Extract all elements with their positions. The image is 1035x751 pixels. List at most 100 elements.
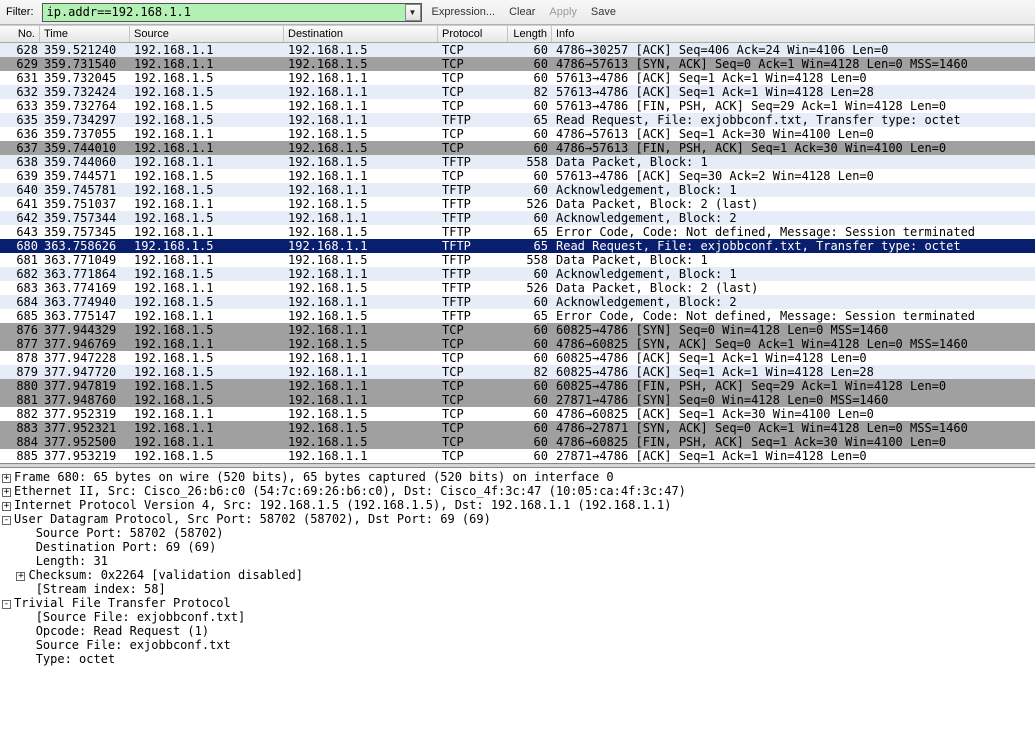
- cell-len: 60: [508, 449, 552, 463]
- cell-time: 359.737055: [40, 127, 130, 141]
- col-source[interactable]: Source: [130, 26, 284, 42]
- clear-button[interactable]: Clear: [505, 6, 539, 18]
- cell-time: 359.732764: [40, 99, 130, 113]
- expand-icon[interactable]: +: [2, 488, 11, 497]
- cell-src: 192.168.1.5: [130, 113, 284, 127]
- packet-row[interactable]: 885377.953219192.168.1.5192.168.1.1TCP60…: [0, 449, 1035, 463]
- cell-proto: TCP: [438, 323, 508, 337]
- packet-row[interactable]: 682363.771864192.168.1.5192.168.1.1TFTP6…: [0, 267, 1035, 281]
- filter-input[interactable]: [42, 3, 422, 22]
- packet-row[interactable]: 882377.952319192.168.1.1192.168.1.5TCP60…: [0, 407, 1035, 421]
- packet-row[interactable]: 640359.745781192.168.1.5192.168.1.1TFTP6…: [0, 183, 1035, 197]
- packet-row[interactable]: 680363.758626192.168.1.5192.168.1.1TFTP6…: [0, 239, 1035, 253]
- cell-info: 4786→60825 [FIN, PSH, ACK] Seq=1 Ack=30 …: [552, 435, 1035, 449]
- cell-dst: 192.168.1.1: [284, 379, 438, 393]
- cell-len: 60: [508, 71, 552, 85]
- packet-row[interactable]: 635359.734297192.168.1.5192.168.1.1TFTP6…: [0, 113, 1035, 127]
- col-info[interactable]: Info: [552, 26, 1035, 42]
- cell-info: 4786→60825 [ACK] Seq=1 Ack=30 Win=4100 L…: [552, 407, 1035, 421]
- col-protocol[interactable]: Protocol: [438, 26, 508, 42]
- cell-info: 4786→30257 [ACK] Seq=406 Ack=24 Win=4106…: [552, 43, 1035, 57]
- filter-dropdown-button[interactable]: ▼: [405, 4, 421, 21]
- cell-proto: TFTP: [438, 253, 508, 267]
- detail-line: Source Port: 58702 (58702): [36, 526, 224, 540]
- cell-dst: 192.168.1.1: [284, 323, 438, 337]
- cell-proto: TCP: [438, 449, 508, 463]
- packet-row[interactable]: 629359.731540192.168.1.1192.168.1.5TCP60…: [0, 57, 1035, 71]
- cell-no: 885: [0, 449, 40, 463]
- packet-row[interactable]: 883377.952321192.168.1.1192.168.1.5TCP60…: [0, 421, 1035, 435]
- packet-row[interactable]: 685363.775147192.168.1.1192.168.1.5TFTP6…: [0, 309, 1035, 323]
- cell-info: 4786→60825 [SYN, ACK] Seq=0 Ack=1 Win=41…: [552, 337, 1035, 351]
- collapse-icon[interactable]: -: [2, 516, 11, 525]
- expand-icon[interactable]: +: [16, 572, 25, 581]
- col-time[interactable]: Time: [40, 26, 130, 42]
- packet-row[interactable]: 628359.521240192.168.1.1192.168.1.5TCP60…: [0, 43, 1035, 57]
- packet-row[interactable]: 641359.751037192.168.1.1192.168.1.5TFTP5…: [0, 197, 1035, 211]
- cell-info: 27871→4786 [SYN] Seq=0 Win=4128 Len=0 MS…: [552, 393, 1035, 407]
- cell-src: 192.168.1.5: [130, 183, 284, 197]
- cell-no: 877: [0, 337, 40, 351]
- packet-list[interactable]: 628359.521240192.168.1.1192.168.1.5TCP60…: [0, 43, 1035, 463]
- detail-line: [Stream index: 58]: [36, 582, 166, 596]
- packet-row[interactable]: 878377.947228192.168.1.5192.168.1.1TCP60…: [0, 351, 1035, 365]
- packet-row[interactable]: 879377.947720192.168.1.5192.168.1.1TCP82…: [0, 365, 1035, 379]
- cell-dst: 192.168.1.5: [284, 309, 438, 323]
- cell-len: 65: [508, 225, 552, 239]
- cell-src: 192.168.1.1: [130, 309, 284, 323]
- cell-dst: 192.168.1.1: [284, 183, 438, 197]
- packet-row[interactable]: 632359.732424192.168.1.5192.168.1.1TCP82…: [0, 85, 1035, 99]
- cell-proto: TCP: [438, 85, 508, 99]
- packet-row[interactable]: 877377.946769192.168.1.1192.168.1.5TCP60…: [0, 337, 1035, 351]
- expand-icon[interactable]: +: [2, 502, 11, 511]
- col-no[interactable]: No.: [0, 26, 40, 42]
- packet-row[interactable]: 637359.744010192.168.1.1192.168.1.5TCP60…: [0, 141, 1035, 155]
- cell-time: 377.953219: [40, 449, 130, 463]
- cell-proto: TCP: [438, 141, 508, 155]
- packet-row[interactable]: 631359.732045192.168.1.5192.168.1.1TCP60…: [0, 71, 1035, 85]
- cell-len: 558: [508, 253, 552, 267]
- cell-dst: 192.168.1.5: [284, 225, 438, 239]
- cell-dst: 192.168.1.1: [284, 85, 438, 99]
- cell-dst: 192.168.1.5: [284, 155, 438, 169]
- packet-row[interactable]: 684363.774940192.168.1.5192.168.1.1TFTP6…: [0, 295, 1035, 309]
- cell-info: 4786→57613 [SYN, ACK] Seq=0 Ack=1 Win=41…: [552, 57, 1035, 71]
- cell-no: 636: [0, 127, 40, 141]
- packet-row[interactable]: 642359.757344192.168.1.5192.168.1.1TFTP6…: [0, 211, 1035, 225]
- col-destination[interactable]: Destination: [284, 26, 438, 42]
- cell-len: 65: [508, 309, 552, 323]
- cell-no: 628: [0, 43, 40, 57]
- cell-proto: TFTP: [438, 309, 508, 323]
- cell-dst: 192.168.1.1: [284, 71, 438, 85]
- cell-no: 876: [0, 323, 40, 337]
- cell-proto: TFTP: [438, 197, 508, 211]
- cell-src: 192.168.1.5: [130, 267, 284, 281]
- packet-row[interactable]: 683363.774169192.168.1.1192.168.1.5TFTP5…: [0, 281, 1035, 295]
- cell-len: 558: [508, 155, 552, 169]
- collapse-icon[interactable]: -: [2, 600, 11, 609]
- packet-row[interactable]: 880377.947819192.168.1.5192.168.1.1TCP60…: [0, 379, 1035, 393]
- packet-row[interactable]: 638359.744060192.168.1.1192.168.1.5TFTP5…: [0, 155, 1035, 169]
- save-button[interactable]: Save: [587, 6, 620, 18]
- packet-row[interactable]: 881377.948760192.168.1.5192.168.1.1TCP60…: [0, 393, 1035, 407]
- packet-row[interactable]: 636359.737055192.168.1.1192.168.1.5TCP60…: [0, 127, 1035, 141]
- packet-row[interactable]: 681363.771049192.168.1.1192.168.1.5TFTP5…: [0, 253, 1035, 267]
- col-length[interactable]: Length: [508, 26, 552, 42]
- cell-no: 685: [0, 309, 40, 323]
- apply-button[interactable]: Apply: [545, 6, 581, 18]
- packet-row[interactable]: 633359.732764192.168.1.5192.168.1.1TCP60…: [0, 99, 1035, 113]
- cell-no: 881: [0, 393, 40, 407]
- packet-row[interactable]: 643359.757345192.168.1.1192.168.1.5TFTP6…: [0, 225, 1035, 239]
- cell-src: 192.168.1.1: [130, 225, 284, 239]
- expand-icon[interactable]: +: [2, 474, 11, 483]
- detail-line: User Datagram Protocol, Src Port: 58702 …: [14, 512, 491, 526]
- expression-button[interactable]: Expression...: [428, 6, 500, 18]
- cell-dst: 192.168.1.1: [284, 99, 438, 113]
- cell-time: 377.947720: [40, 365, 130, 379]
- cell-proto: TFTP: [438, 211, 508, 225]
- cell-src: 192.168.1.1: [130, 407, 284, 421]
- packet-row[interactable]: 884377.952500192.168.1.1192.168.1.5TCP60…: [0, 435, 1035, 449]
- packet-row[interactable]: 639359.744571192.168.1.5192.168.1.1TCP60…: [0, 169, 1035, 183]
- packet-details[interactable]: +Frame 680: 65 bytes on wire (520 bits),…: [0, 468, 1035, 672]
- packet-row[interactable]: 876377.944329192.168.1.5192.168.1.1TCP60…: [0, 323, 1035, 337]
